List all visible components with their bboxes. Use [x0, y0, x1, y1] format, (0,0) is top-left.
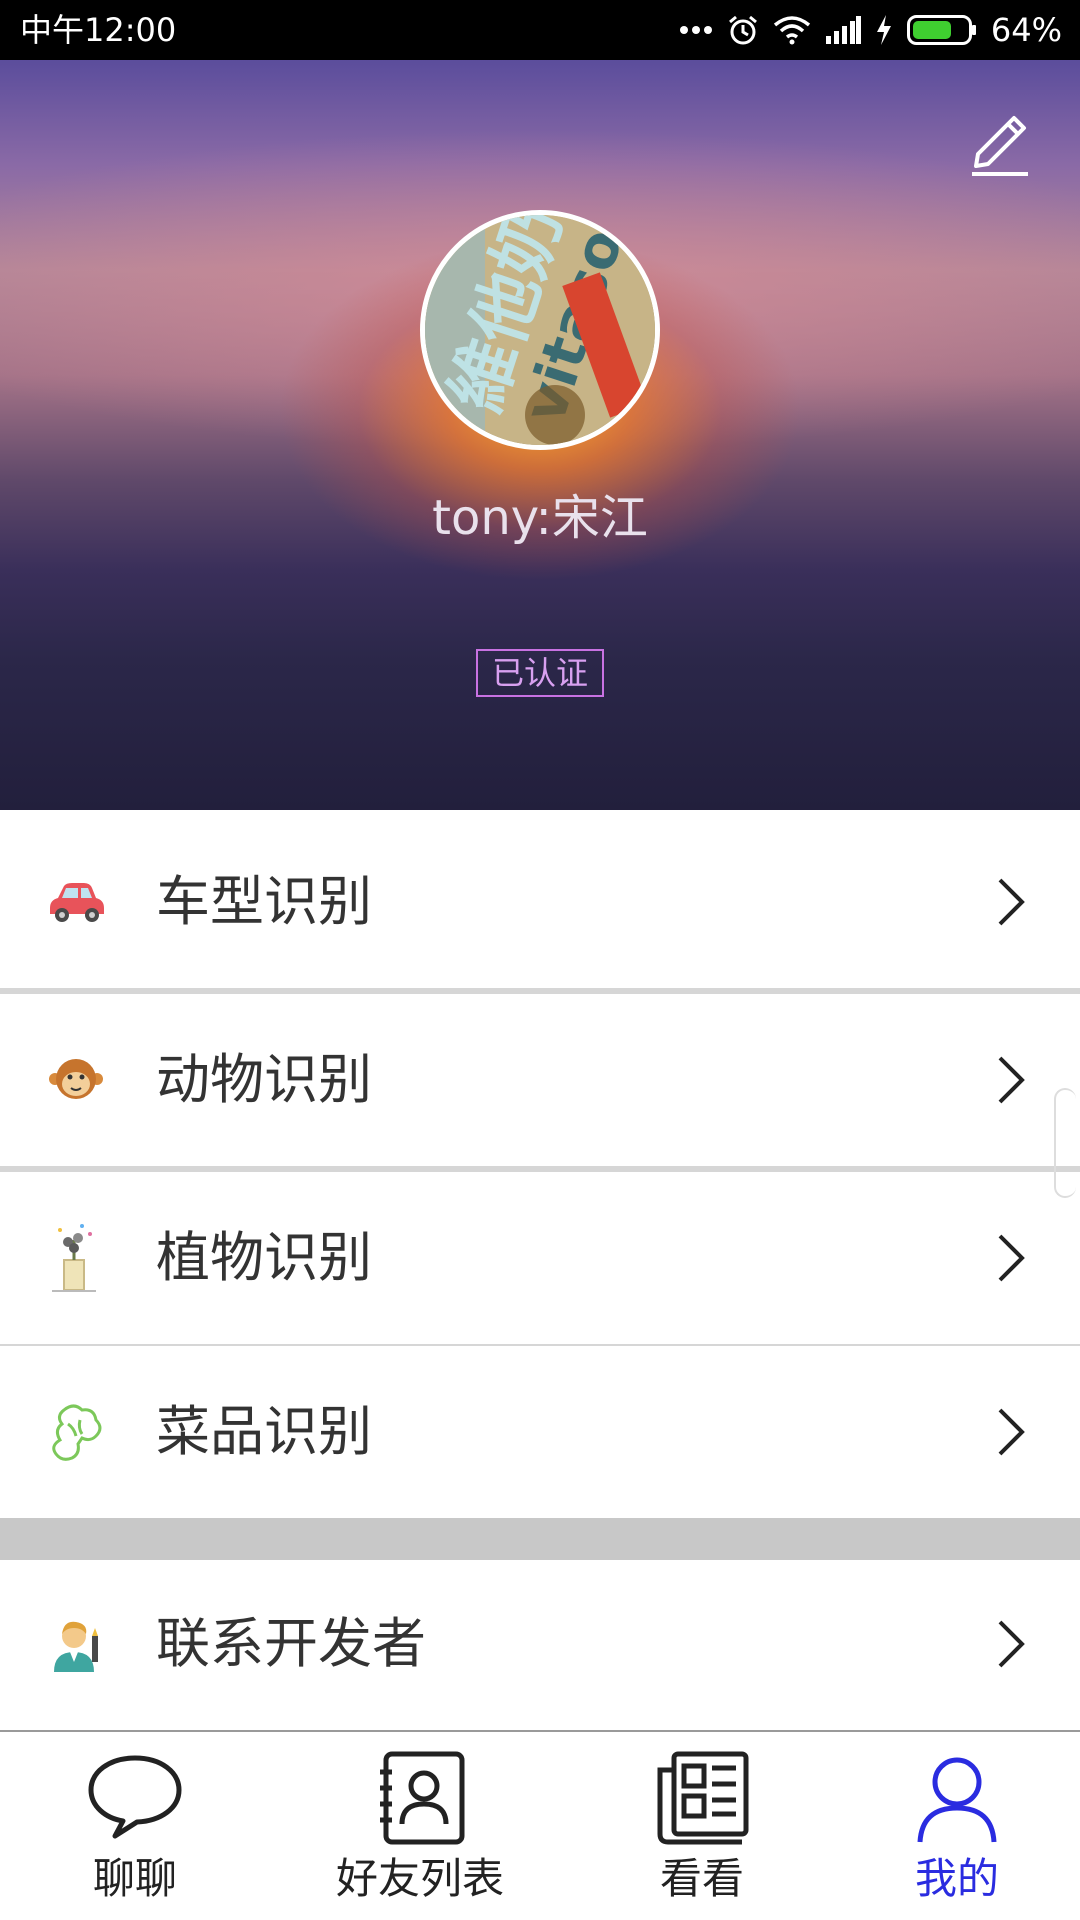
car-icon	[44, 870, 108, 934]
broccoli-icon	[44, 1400, 108, 1464]
menu-item-label: 车型识别	[156, 870, 372, 933]
wifi-icon	[773, 16, 810, 45]
status-icons: 64%	[679, 10, 1062, 50]
status-time: 中午12:00	[20, 11, 177, 49]
tab-label: 好友列表	[335, 1854, 504, 1903]
verified-badge: 已认证	[476, 649, 604, 697]
signal-icon	[825, 16, 861, 44]
news-icon	[657, 1751, 749, 1845]
menu-item-animal-recognition[interactable]: 动物识别	[0, 994, 1080, 1166]
tab-browse[interactable]: 看看	[570, 1732, 834, 1920]
bottom-nav: 聊聊 好友列表 看看 我的	[0, 1730, 1080, 1920]
tab-friends-list[interactable]: 好友列表	[270, 1732, 570, 1920]
tab-label: 我的	[914, 1854, 999, 1903]
profile-header: 維他奶 vitasoy tony:宋江 已认证	[0, 60, 1080, 810]
menu-item-label: 动物识别	[156, 1048, 372, 1111]
menu-item-car-recognition[interactable]: 车型识别	[0, 816, 1080, 988]
chat-bubble-icon	[88, 1755, 182, 1839]
battery-icon	[906, 15, 976, 45]
scroll-handle[interactable]	[1054, 1088, 1076, 1198]
chevron-right-icon	[998, 1408, 1025, 1456]
developer-icon	[44, 1612, 108, 1676]
charging-icon	[876, 15, 891, 45]
edit-profile-button[interactable]	[960, 100, 1040, 180]
tab-mine[interactable]: 我的	[834, 1732, 1080, 1920]
tab-label: 聊聊	[92, 1854, 177, 1903]
chevron-right-icon	[998, 878, 1025, 926]
menu-item-contact-developer[interactable]: 联系开发者	[0, 1560, 1080, 1728]
more-dots-icon	[679, 26, 712, 34]
battery-percent: 64%	[990, 11, 1062, 49]
monkey-icon	[44, 1048, 108, 1112]
tab-label: 看看	[659, 1854, 744, 1903]
profile-page: 中午12:00 64% 維他奶 tony:宋江 已认证 车型识别 动物识别 植物…	[0, 0, 1080, 1920]
chevron-right-icon	[998, 1056, 1025, 1104]
menu-item-plant-recognition[interactable]: 植物识别	[0, 1172, 1080, 1344]
pencil-icon	[972, 116, 1028, 176]
chevron-right-icon	[998, 1234, 1025, 1282]
menu-item-label: 联系开发者	[156, 1612, 426, 1675]
chevron-right-icon	[998, 1620, 1025, 1668]
avatar[interactable]: 維他奶 vitasoy	[420, 210, 660, 450]
status-bar: 中午12:00 64%	[0, 0, 1080, 60]
contacts-book-icon	[380, 1751, 465, 1845]
user-icon	[917, 1757, 997, 1843]
menu-item-dish-recognition[interactable]: 菜品识别	[0, 1346, 1080, 1518]
menu-item-label: 菜品识别	[156, 1400, 372, 1463]
plant-icon	[44, 1224, 108, 1292]
section-gap	[0, 1518, 1080, 1560]
alarm-icon	[728, 15, 757, 45]
avatar-image: 維他奶 vitasoy	[425, 215, 655, 445]
tab-chat[interactable]: 聊聊	[0, 1732, 270, 1920]
username: tony:宋江	[432, 490, 648, 546]
menu-item-label: 植物识别	[156, 1226, 372, 1289]
